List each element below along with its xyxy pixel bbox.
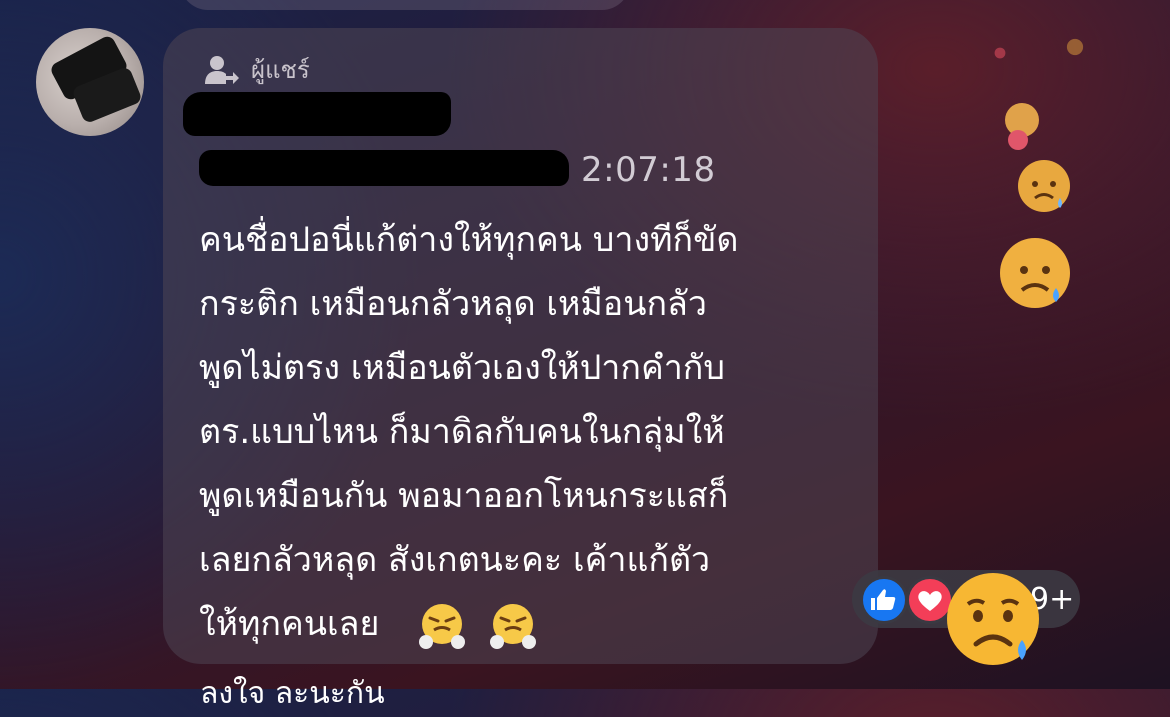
face-with-steam-icon — [490, 603, 537, 649]
floating-heart-icon — [994, 44, 1006, 59]
like-icon — [860, 576, 908, 624]
sad-icon — [944, 570, 1042, 668]
message-text: คนชื่อปอนี่แก้ต่างให้ทุกคน บางทีก็ขัด กร… — [199, 208, 859, 656]
next-message-partial: ลงใจ ละนะกัน — [200, 676, 385, 711]
message-line: ตร.แบบไหน ก็มาดิลกับคนในกลุ่มให้ — [199, 412, 725, 452]
redacted-sender-detail — [199, 150, 569, 186]
shared-label: ผู้แชร์ — [251, 56, 310, 84]
floating-sad-icon — [1066, 38, 1084, 56]
share-person-icon — [205, 55, 239, 84]
floating-sad-icon — [998, 236, 1072, 310]
avatar[interactable] — [36, 28, 144, 136]
shared-indicator: ผู้แชร์ — [203, 50, 310, 89]
message-timestamp: 2:07:18 — [581, 150, 716, 190]
message-line: กระติก เหมือนกลัวหลุด เหมือนกลัว — [199, 284, 707, 324]
redacted-sender-name — [183, 92, 451, 136]
floating-sad-icon — [1016, 158, 1072, 214]
message-line: ให้ทุกคนเลย — [199, 604, 380, 644]
message-line: คนชื่อปอนี่แก้ต่างให้ทุกคน บางทีก็ขัด — [199, 220, 739, 260]
previous-message-bubble — [180, 0, 630, 10]
floating-sad-icon — [1002, 102, 1042, 152]
message-line: พูดไม่ตรง เหมือนตัวเองให้ปากคำกับ — [199, 348, 725, 388]
message-bubble[interactable]: ผู้แชร์ 2:07:18 คนชื่อปอนี่แก้ต่างให้ทุก… — [163, 28, 878, 664]
message-line: เลยกลัวหลุด สังเกตนะคะ เค้าแก้ตัว — [199, 540, 711, 580]
message-line-last: ให้ทุกคนเลย — [199, 592, 859, 656]
message-line: พูดเหมือนกัน พอมาออกโหนกระแสก็ — [199, 476, 729, 516]
face-with-steam-icon — [419, 603, 466, 649]
